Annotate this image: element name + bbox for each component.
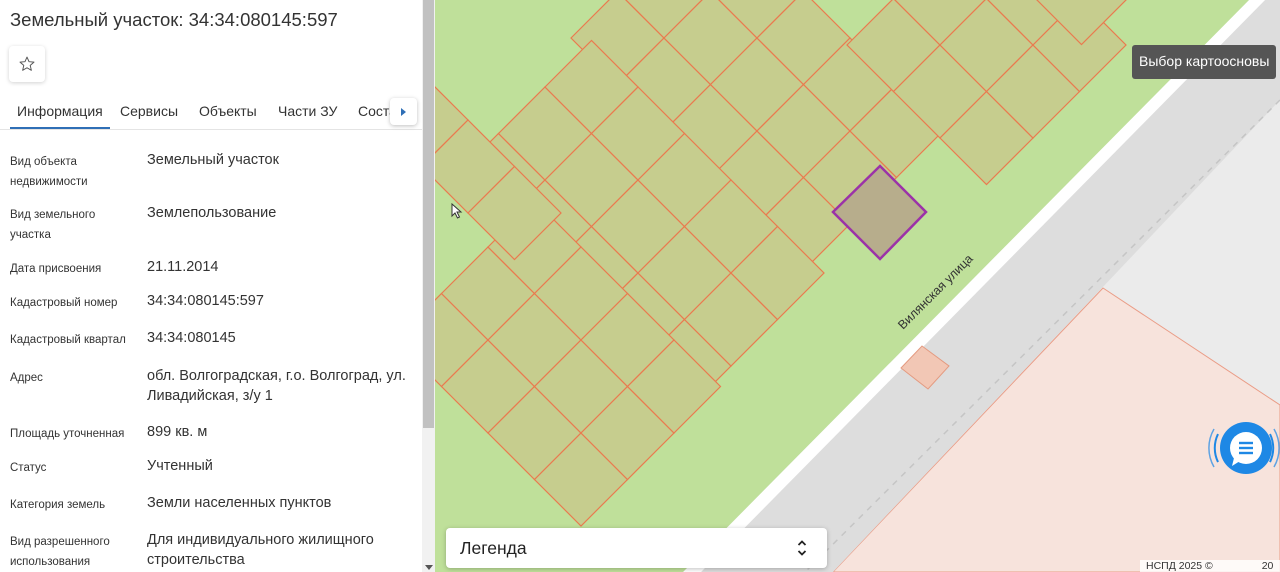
tab-bar: Информация Сервисы Объекты Части ЗУ Сост…	[0, 94, 422, 130]
field-label: Категория земель	[10, 499, 106, 511]
panel-scrollbar[interactable]	[422, 0, 435, 572]
tabs-next-button[interactable]	[390, 98, 417, 125]
field-value: Землепользование	[147, 205, 277, 221]
field-value: Учтенный	[147, 458, 213, 474]
legend-dropdown[interactable]: Легенда	[446, 528, 827, 568]
page-title: Земельный участок: 34:34:080145:597	[10, 9, 338, 30]
field-value: обл. Волгоградская, г.о. Волгоград, ул. …	[147, 368, 406, 404]
field-value: 21.11.2014	[147, 259, 219, 275]
field-value: 34:34:080145	[147, 330, 236, 346]
copyright-bar: НСПД 2025 © 20	[1140, 560, 1280, 572]
field-label: Вид земельного участка	[10, 209, 96, 241]
scrollbar-thumb[interactable]	[423, 0, 434, 428]
field-value: Земли населенных пунктов	[147, 495, 332, 511]
chat-icon	[1208, 422, 1280, 474]
chat-button[interactable]	[1208, 412, 1280, 484]
copyright-text: НСПД 2025 ©	[1146, 560, 1213, 572]
tab-services[interactable]: Сервисы	[120, 103, 178, 119]
field-value: Для индивидуального жилищного строительс…	[147, 532, 374, 568]
basemap-tooltip: Выбор картоосновы	[1132, 45, 1277, 79]
copyright-tail: 20	[1261, 560, 1274, 572]
scroll-down-icon[interactable]	[425, 565, 433, 570]
field-value: Земельный участок	[147, 152, 279, 168]
field-label: Дата присвоения	[10, 263, 102, 275]
field-label: Кадастровый номер	[10, 297, 118, 309]
chevron-right-icon	[401, 107, 406, 116]
field-label: Площадь уточненная	[10, 428, 125, 440]
map-view[interactable]: Вилянская улица	[435, 0, 1280, 572]
field-label: Статус	[10, 462, 47, 474]
field-label: Вид разрешенного использования	[10, 536, 110, 568]
field-value: 899 кв. м	[147, 424, 208, 440]
legend-label: Легенда	[460, 538, 527, 558]
field-label: Кадастровый квартал	[10, 334, 126, 346]
sort-arrows-icon	[797, 540, 807, 556]
info-panel: Земельный участок: 34:34:080145:597 Инфо…	[0, 0, 422, 572]
field-label: Адрес	[10, 372, 43, 384]
tab-parts[interactable]: Части ЗУ	[278, 103, 337, 119]
field-label: Вид объекта недвижимости	[10, 156, 88, 188]
field-value: 34:34:080145:597	[147, 293, 264, 309]
mouse-pointer-icon	[451, 203, 463, 219]
tab-information[interactable]: Информация	[10, 103, 110, 129]
favorite-button[interactable]	[9, 46, 45, 82]
tab-objects[interactable]: Объекты	[199, 103, 257, 119]
map-canvas[interactable]: Вилянская улица	[435, 0, 1280, 572]
star-outline-icon	[19, 56, 35, 71]
